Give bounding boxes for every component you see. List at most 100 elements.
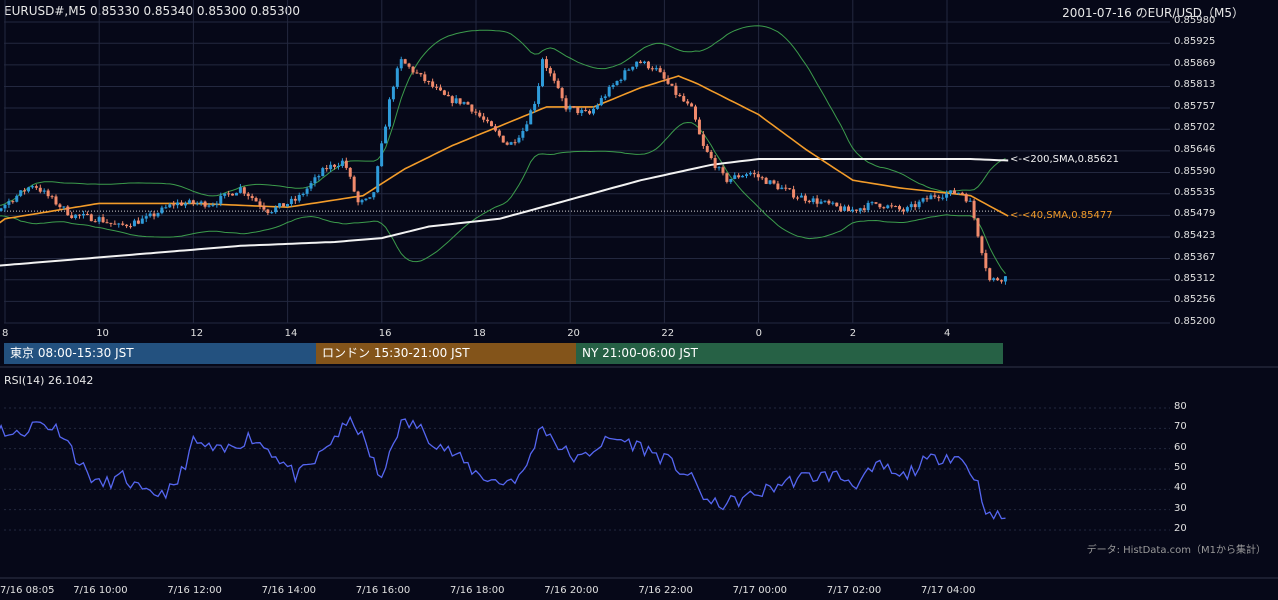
candle-down [933, 195, 937, 197]
price-y-tick: 0.85256 [1174, 294, 1216, 306]
candle-up [654, 68, 658, 70]
candle-down [501, 135, 505, 143]
candle-down [348, 167, 352, 177]
candle-up [301, 193, 305, 195]
candle-up [603, 96, 607, 99]
candle-down [34, 186, 38, 188]
candle-up [623, 70, 627, 80]
candle-up [207, 205, 211, 207]
candle-down [242, 187, 246, 194]
candle-up [148, 213, 152, 217]
time-axis-tick: 7/16 20:00 [544, 585, 599, 596]
candle-down [54, 196, 58, 205]
candle-up [317, 176, 321, 178]
candle-down [407, 63, 411, 67]
candle-up [462, 102, 466, 104]
sma40-line [0, 75, 1009, 224]
rsi-y-tick: 80 [1174, 401, 1187, 412]
candle-up [199, 201, 203, 204]
candle-down [266, 209, 270, 213]
candle-down [760, 177, 764, 179]
candle-down [807, 200, 811, 203]
candle-down [344, 160, 348, 168]
candle-up [580, 110, 584, 114]
candle-up [929, 195, 933, 200]
candle-down [427, 81, 431, 83]
candle-down [976, 218, 980, 237]
candle-up [591, 108, 595, 114]
candle-down [482, 116, 486, 120]
rsi-y-tick: 40 [1174, 482, 1187, 494]
candle-up [380, 143, 384, 167]
candle-up [7, 201, 11, 205]
candle-up [234, 192, 238, 196]
candle-up [27, 187, 31, 192]
candle-down [152, 213, 156, 217]
candle-down [227, 193, 231, 195]
candle-down [325, 168, 329, 170]
time-axis-tick: 7/16 14:00 [261, 585, 317, 596]
candle-down [333, 164, 337, 167]
candle-down [996, 278, 1000, 281]
price-y-tick: 0.85312 [1174, 272, 1216, 284]
candle-up [611, 85, 615, 87]
candle-down [497, 130, 501, 136]
candle-down [788, 188, 792, 190]
session-tokyo: 東京 08:00-15:30 JST [4, 343, 316, 364]
candle-up [729, 178, 733, 182]
candle-up [595, 105, 599, 109]
candle-up [164, 207, 168, 209]
candle-down [513, 142, 517, 144]
candle-up [607, 86, 611, 97]
session-london: ロンドン 15:30-21:00 JST [316, 343, 576, 364]
candle-down [980, 236, 984, 254]
bottom-separator [0, 577, 1278, 579]
candle-down [489, 121, 493, 127]
candle-up [0, 208, 3, 211]
candle-up [160, 207, 164, 214]
price-x-tick: 20 [567, 328, 580, 339]
candle-down [690, 103, 694, 107]
candle-down [282, 203, 286, 207]
candle-up [886, 205, 890, 209]
candle-down [101, 217, 105, 223]
bollinger-lower [0, 121, 1006, 275]
candle-down [874, 202, 878, 204]
candle-down [356, 191, 360, 203]
candle-up [364, 198, 368, 201]
candle-down [293, 198, 297, 201]
candle-up [395, 68, 399, 87]
candle-down [898, 206, 902, 210]
candle-down [486, 119, 490, 122]
price-y-tick: 0.85535 [1174, 186, 1216, 198]
price-x-tick: 16 [378, 328, 392, 339]
candle-up [780, 187, 784, 190]
candle-up [387, 99, 391, 127]
candle-up [1003, 276, 1007, 282]
candle-down [572, 106, 576, 108]
candle-up [905, 207, 909, 212]
candle-up [183, 203, 187, 206]
candle-down [470, 104, 474, 112]
session-london-label: ロンドン 15:30-21:00 JST [322, 346, 470, 360]
candle-down [713, 158, 717, 169]
candle-up [831, 202, 835, 204]
time-axis-tick: 7/17 02:00 [826, 585, 882, 596]
candle-up [956, 192, 960, 194]
candle-up [909, 204, 913, 208]
candle-up [195, 203, 199, 205]
candle-down [725, 173, 729, 182]
candle-down [674, 85, 678, 95]
candle-down [960, 192, 964, 195]
candle-down [764, 177, 768, 184]
candle-up [15, 195, 19, 202]
candle-down [588, 110, 592, 114]
price-y-tick: 0.85367 [1174, 251, 1216, 263]
candle-down [721, 167, 725, 174]
candle-down [862, 208, 866, 211]
rsi-y-tick: 70 [1174, 421, 1187, 433]
candle-down [544, 59, 548, 68]
candle-up [340, 160, 344, 166]
candle-down [109, 222, 113, 224]
candle-down [901, 209, 905, 212]
